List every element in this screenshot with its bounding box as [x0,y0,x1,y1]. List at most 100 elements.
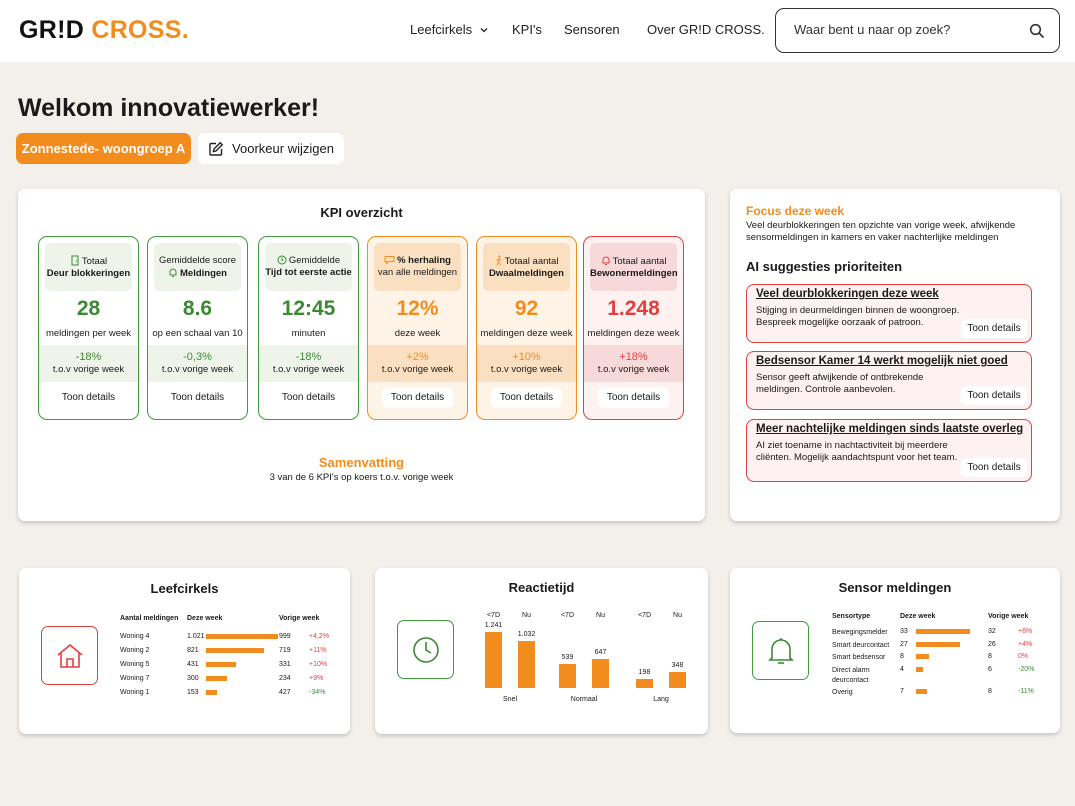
details-button[interactable]: Toon details [491,387,562,408]
kpi-change-band: +18% t.o.v vorige week [584,345,683,382]
kpi-line1: Totaal aantal [504,255,559,267]
sensor-title: Sensor meldingen [838,580,952,595]
location-button[interactable]: Zonnestede- woongroep A [16,133,191,164]
details-button[interactable]: Toon details [53,387,124,408]
nav-sensoren[interactable]: Sensoren [564,22,620,37]
summary-title: Samenvatting [318,455,405,470]
kpi-compare: t.o.v vorige week [490,364,563,376]
row-now: 821 [187,647,199,654]
nav-label: KPI's [512,22,542,37]
chart-bar [518,641,535,688]
kpi-door-blocks: Totaal Deur blokkeringen 28 meldingen pe… [38,236,139,420]
bar-value-label: 198 [638,669,651,676]
row-now: 8 [900,653,904,660]
ai-title: AI suggesties prioriteiten [746,259,903,274]
details-button[interactable]: Toon details [273,387,344,408]
kpi-line2: van alle meldingen [377,267,458,278]
row-prev: 26 [988,641,996,648]
search-input[interactable] [794,22,1014,37]
kpi-compare: t.o.v vorige week [52,364,125,376]
edit-icon [209,141,224,156]
series-label: Nu [673,612,682,619]
kpi-repeat-rate: % herhaling van alle meldingen 12% deze … [367,236,468,420]
chart-bar [559,664,576,688]
details-button[interactable]: Toon details [598,387,669,408]
table-row: Woning 5 431 331 +10% [120,661,340,671]
logo[interactable]: GR!D CROSS. [19,16,189,45]
details-button[interactable]: Toon details [961,458,1027,477]
kpi-line1: Totaal [81,255,108,267]
details-button[interactable]: Toon details [382,387,453,408]
chat-icon [384,256,395,265]
row-bar [916,629,970,634]
clock-icon [412,636,439,663]
kpi-line1: Gemiddelde [288,255,341,267]
details-button[interactable]: Toon details [961,319,1027,338]
kpi-line2: Meldingen [180,267,227,279]
kpi-compare: t.o.v vorige week [381,364,454,376]
row-bar [916,667,923,672]
kpi-line1: Gemiddelde score [158,254,237,266]
chart-bar [592,659,609,688]
kpi-unit: minuten [291,328,326,339]
kpi-value: 12:45 [281,297,336,320]
row-prev: 999 [279,633,291,640]
row-prev: 719 [279,647,291,654]
col-header: Vorige week [279,615,320,622]
row-bar [206,662,236,667]
kpi-head: Totaal Deur blokkeringen [45,243,132,291]
kpi-change-band: +10% t.o.v vorige week [477,345,576,382]
row-name: Smart deurcontact [832,642,890,649]
row-name: Direct alarm deurcontact [832,667,870,685]
row-change: +9% [309,675,324,682]
suggestion-text: AI ziet toename in nachtactiviteit bij m… [756,440,958,464]
nav-over[interactable]: Over GR!D CROSS. [647,22,765,37]
kpi-head: % herhaling van alle meldingen [374,243,461,291]
chart-bar [485,632,502,688]
kpi-line1: Totaal aantal [612,255,667,267]
kpi-change-band: -0,3% t.o.v vorige week [148,345,247,382]
page-title: Welkom innovatiewerker! [18,94,320,122]
row-bar [916,689,927,694]
series-label: <7D [486,612,501,619]
kpi-compare: t.o.v vorige week [597,364,670,376]
row-name: Overig [832,689,853,696]
kpi-value: 92 [514,297,539,320]
kpi-change: +18% [619,351,648,364]
row-name: Bewegingsmelder [832,629,888,636]
table-row: Direct alarm deurcontact 4 6 -20% [832,666,1052,686]
search-icon[interactable] [1029,23,1045,39]
details-button[interactable]: Toon details [162,387,233,408]
kpi-line1: % herhaling [397,255,451,267]
row-name: Woning 2 [120,647,150,654]
summary-text: 3 van de 6 KPI's op koers t.o.v. vorige … [269,472,454,483]
row-change: 0% [1018,653,1029,660]
col-header: Aantal meldingen [120,615,179,622]
focus-card: Focus deze week Veel deurblokkeringen te… [730,189,1060,521]
nav-kpis[interactable]: KPI's [512,22,542,37]
row-prev: 427 [279,689,291,696]
row-now: 7 [900,688,904,695]
row-name: Woning 1 [120,689,150,696]
preference-button[interactable]: Voorkeur wijzigen [198,133,344,164]
row-change: -20% [1018,666,1035,673]
suggestion-title[interactable]: Bedsensor Kamer 14 werkt mogelijk niet g… [756,355,1008,367]
kpi-change: -18% [295,351,322,364]
row-prev: 6 [988,666,992,673]
category-label: Snel [502,696,517,703]
row-now: 27 [900,641,908,648]
row-name: Woning 5 [120,661,150,668]
suggestion-title[interactable]: Meer nachtelijke meldingen sinds laatste… [756,423,1023,435]
kpi-change-band: -18% t.o.v vorige week [39,345,138,382]
row-change: -11% [1018,688,1034,695]
nav-leefcirkels[interactable]: Leefcirkels [410,22,488,37]
bell-icon [169,268,177,277]
kpi-change-band: -18% t.o.v vorige week [259,345,358,382]
suggestion-title[interactable]: Veel deurblokkeringen deze week [756,288,939,300]
row-name: Smart bedsensor [832,654,886,661]
focus-title: Focus deze week [746,204,845,218]
row-now: 33 [900,628,908,635]
details-button[interactable]: Toon details [961,386,1027,405]
nav-label: Leefcirkels [410,22,473,37]
col-header: Vorige week [988,613,1029,620]
